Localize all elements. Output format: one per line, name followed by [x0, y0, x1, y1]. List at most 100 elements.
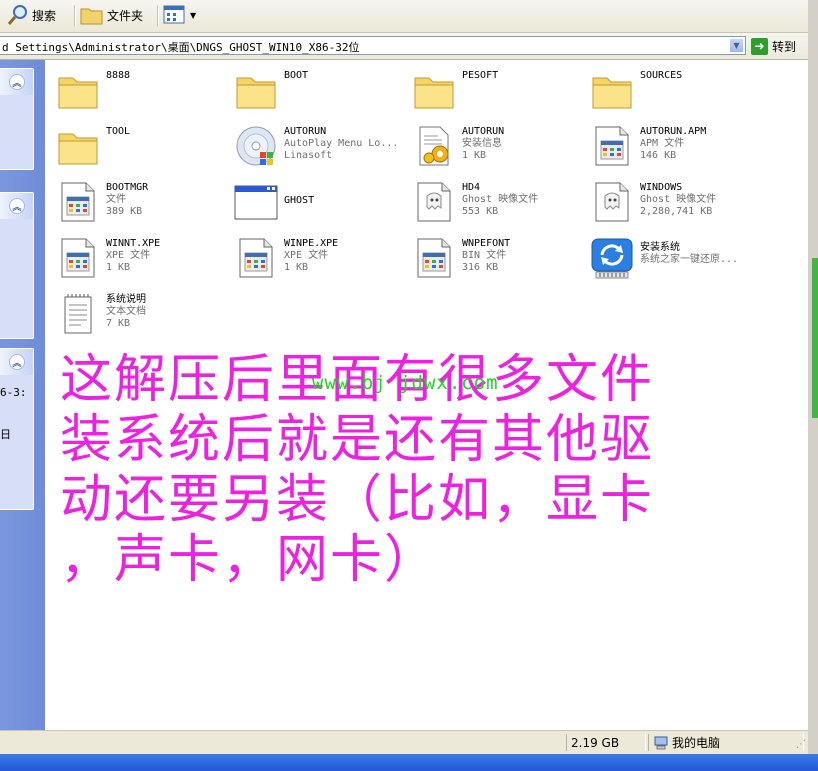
file-name: BOOT	[284, 70, 309, 81]
file-type: Ghost 映像文件	[640, 194, 717, 205]
file-type: 安装信息	[462, 138, 502, 149]
generic-file-icon	[61, 182, 95, 222]
status-size: 2.19 GB	[571, 735, 620, 750]
file-item[interactable]: HD4 Ghost 映像文件 553 KB	[406, 176, 581, 228]
overlay-line: 装系统后就是还有其他驱	[60, 410, 655, 470]
my-computer-icon	[654, 736, 668, 749]
go-label: 转到	[772, 39, 797, 54]
file-size: 2,280,741 KB	[640, 206, 713, 217]
collapse-icon[interactable]: ︽	[9, 198, 25, 214]
folder-icon	[80, 8, 103, 25]
file-item[interactable]: 安装系统 系统之家一键还原...	[584, 232, 759, 284]
file-item[interactable]: BOOTMGR 文件 389 KB	[50, 176, 225, 228]
file-type: 文件	[106, 194, 126, 205]
window-right-edge	[808, 0, 818, 771]
collapse-icon[interactable]: ︽	[9, 354, 25, 370]
folder-icon	[58, 133, 98, 165]
file-size: 389 KB	[106, 206, 143, 217]
task-panel-header[interactable]: ︽	[0, 69, 33, 95]
file-item[interactable]: WINPE.XPE XPE 文件 1 KB	[228, 232, 403, 284]
go-button[interactable]: ➜ 转到	[751, 36, 796, 56]
text-document-icon	[64, 294, 92, 334]
file-name: TOOL	[106, 126, 131, 137]
file-item[interactable]: BOOT	[228, 64, 403, 116]
views-button[interactable]: ▼	[163, 3, 196, 27]
status-location-cell: 我的电脑	[648, 734, 804, 751]
status-size-cell: 2.19 GB	[566, 734, 646, 751]
file-item[interactable]: WINDOWS Ghost 映像文件 2,280,741 KB	[584, 176, 759, 228]
generic-file-icon	[417, 238, 451, 278]
background-window-edge	[812, 258, 818, 418]
file-item[interactable]: AUTORUN AutoPlay Menu Lo... Linasoft	[228, 120, 403, 172]
file-name: HD4	[462, 182, 481, 193]
collapse-icon[interactable]: ︽	[9, 74, 25, 90]
file-type: AutoPlay Menu Lo...	[284, 138, 399, 149]
file-type: 文本文档	[106, 306, 146, 317]
file-size: 1 KB	[284, 262, 309, 273]
resize-grip-icon[interactable]: ⋰	[796, 739, 806, 750]
autoplay-cd-icon	[236, 126, 276, 166]
address-dropdown-button[interactable]: ▼	[729, 38, 744, 53]
file-name: WINNT.XPE	[106, 238, 161, 249]
task-panel: ︽	[0, 68, 34, 170]
status-bar: 2.19 GB 我的电脑 ⋰	[0, 730, 808, 755]
chevron-down-icon: ▼	[190, 10, 197, 20]
file-item[interactable]: PESOFT	[406, 64, 581, 116]
watermark: www.bj jdwx.com	[312, 372, 499, 394]
file-item[interactable]: 系统说明 文本文档 7 KB	[50, 288, 225, 340]
generic-file-icon	[61, 238, 95, 278]
details-panel-header[interactable]: ︽	[0, 349, 33, 375]
file-name: AUTORUN	[284, 126, 327, 137]
file-item[interactable]: TOOL	[50, 120, 225, 172]
file-item[interactable]: WNPEFONT BIN 文件 316 KB	[406, 232, 581, 284]
file-name: WINPE.XPE	[284, 238, 339, 249]
file-name: 8888	[106, 70, 131, 81]
file-name: PESOFT	[462, 70, 499, 81]
task-panel-header[interactable]: ︽	[0, 193, 33, 219]
go-arrow-icon: ➜	[751, 37, 768, 55]
file-item[interactable]: AUTORUN.APM APM 文件 146 KB	[584, 120, 759, 172]
chevron-down-icon: ▼	[733, 41, 740, 50]
file-item[interactable]: SOURCES	[584, 64, 759, 116]
task-panel: ︽	[0, 192, 34, 339]
search-button[interactable]: 搜索	[6, 3, 56, 27]
generic-file-icon	[239, 238, 273, 278]
file-item[interactable]: GHOST	[228, 176, 403, 228]
overlay-line: ，声卡，网卡）	[60, 530, 439, 590]
address-input[interactable]: d Settings\Administrator\桌面\DNGS_GHOST_W…	[0, 36, 746, 55]
file-size: 1 KB	[462, 150, 487, 161]
address-bar: d Settings\Administrator\桌面\DNGS_GHOST_W…	[0, 33, 808, 60]
details-panel: ︽ 6-3: 日	[0, 348, 34, 510]
status-location: 我的电脑	[672, 736, 721, 750]
folder-icon	[58, 77, 98, 109]
file-name: WNPEFONT	[462, 238, 511, 249]
search-label: 搜索	[32, 8, 57, 23]
views-icon	[163, 5, 185, 24]
file-name: BOOTMGR	[106, 182, 149, 193]
file-name: 系统说明	[106, 294, 146, 305]
file-type: XPE 文件	[284, 250, 329, 261]
file-size: 7 KB	[106, 318, 131, 329]
details-text: 6-3:	[0, 386, 27, 399]
file-name: AUTORUN.APM	[640, 126, 707, 137]
folders-button[interactable]: 文件夹	[80, 3, 143, 27]
address-path: d Settings\Administrator\桌面\DNGS_GHOST_W…	[2, 41, 360, 54]
application-window-icon	[234, 185, 278, 220]
toolbar-separator	[74, 5, 76, 27]
file-item[interactable]: AUTORUN 安装信息 1 KB	[406, 120, 581, 172]
file-item[interactable]: WINNT.XPE XPE 文件 1 KB	[50, 232, 225, 284]
file-size: 316 KB	[462, 262, 499, 273]
details-text: 日	[0, 428, 11, 441]
task-pane: ︽ ︽ ︽ 6-3: 日	[0, 60, 45, 730]
overlay-line: 动还要另装（比如，显卡	[60, 470, 655, 530]
folder-icon	[592, 77, 632, 109]
file-name: WINDOWS	[640, 182, 683, 193]
file-size: 553 KB	[462, 206, 499, 217]
ghost-image-icon	[417, 182, 451, 222]
file-type: XPE 文件	[106, 250, 151, 261]
file-name: SOURCES	[640, 70, 683, 81]
toolbar: 搜索 文件夹 ▼	[0, 0, 808, 33]
restore-app-icon	[591, 238, 633, 279]
file-item[interactable]: 8888	[50, 64, 225, 116]
file-type: APM 文件	[640, 138, 685, 149]
